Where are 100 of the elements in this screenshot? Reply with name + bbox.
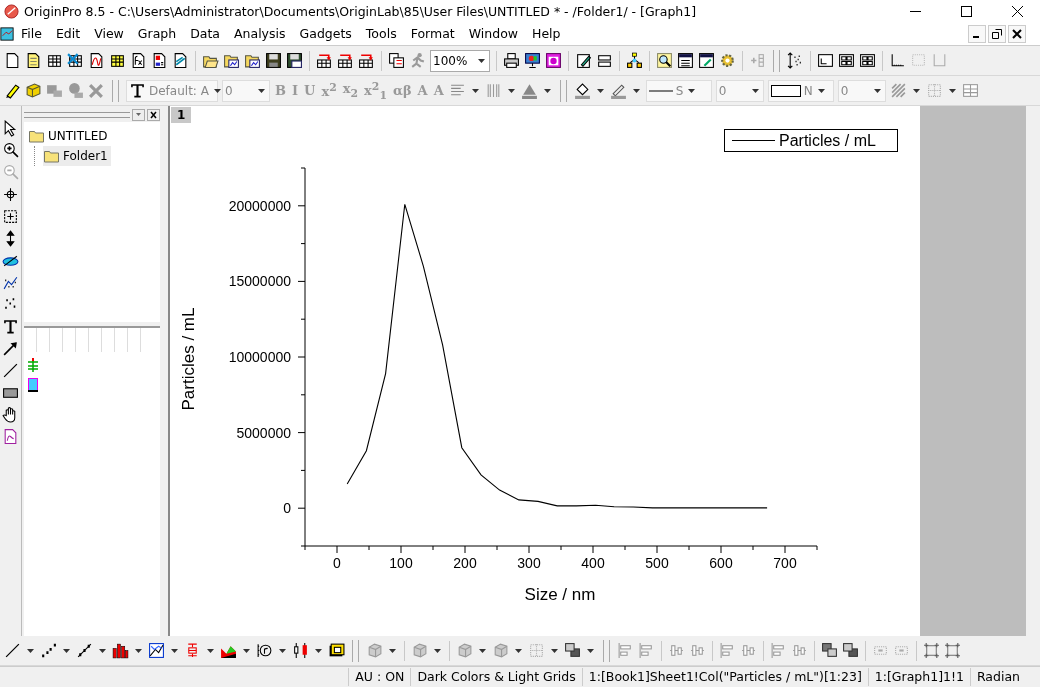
minimize-icon[interactable] bbox=[968, 24, 986, 43]
line-icon[interactable] bbox=[4, 642, 21, 659]
scatter-select-icon[interactable] bbox=[2, 274, 19, 291]
candlestick-icon[interactable] bbox=[292, 642, 309, 659]
bar-chart-icon[interactable] bbox=[112, 642, 129, 659]
caret-icon[interactable] bbox=[596, 88, 604, 93]
table-icon[interactable] bbox=[677, 52, 694, 69]
menu-item[interactable]: File bbox=[14, 26, 49, 41]
polar-chart-icon[interactable] bbox=[256, 642, 273, 659]
pointer-icon[interactable] bbox=[2, 120, 19, 137]
close-icon[interactable] bbox=[1011, 5, 1023, 17]
caret-icon[interactable] bbox=[279, 648, 286, 653]
caret-icon[interactable] bbox=[171, 648, 178, 653]
toolbar-grip[interactable] bbox=[559, 79, 567, 102]
text-tool-icon[interactable] bbox=[129, 82, 146, 99]
caret-icon[interactable] bbox=[243, 648, 250, 653]
menu-item[interactable]: View bbox=[87, 26, 131, 41]
maximize-icon[interactable] bbox=[960, 5, 972, 17]
line-symbol-icon[interactable] bbox=[76, 642, 93, 659]
gear-icon[interactable] bbox=[719, 52, 736, 69]
caret-icon[interactable] bbox=[434, 648, 441, 653]
graph-icon[interactable] bbox=[28, 378, 38, 392]
caret-icon[interactable] bbox=[389, 648, 396, 653]
page-icon[interactable] bbox=[25, 52, 42, 69]
line-icon[interactable] bbox=[2, 362, 19, 379]
caret-icon[interactable] bbox=[948, 88, 956, 93]
tree-item[interactable]: Folder1 bbox=[43, 146, 111, 166]
menu-item[interactable]: Graph bbox=[130, 26, 184, 41]
hierarchy-icon[interactable] bbox=[626, 52, 643, 69]
magnifier-page-icon[interactable] bbox=[656, 52, 673, 69]
menu-item[interactable]: Help bbox=[525, 26, 568, 41]
caret-icon[interactable] bbox=[587, 648, 594, 653]
caret-icon[interactable] bbox=[751, 88, 759, 93]
toolbar-grip[interactable] bbox=[603, 639, 610, 662]
zoom-in-icon[interactable] bbox=[2, 142, 19, 159]
bring-front-icon[interactable] bbox=[821, 642, 838, 659]
send-back-icon[interactable] bbox=[842, 642, 859, 659]
caret-icon[interactable] bbox=[258, 88, 265, 93]
layers-icon[interactable] bbox=[859, 52, 876, 69]
fill-value-dropdown[interactable]: 0 bbox=[837, 79, 886, 102]
caret-icon[interactable] bbox=[507, 88, 515, 93]
caret-icon[interactable] bbox=[817, 88, 825, 93]
page-icon[interactable] bbox=[4, 52, 21, 69]
toolbar-grip[interactable] bbox=[352, 639, 359, 662]
table-icon[interactable] bbox=[67, 52, 84, 69]
axes-icon[interactable] bbox=[889, 52, 906, 69]
caret-icon[interactable] bbox=[479, 648, 486, 653]
caret-icon[interactable] bbox=[873, 88, 881, 93]
menu-item[interactable]: Data bbox=[183, 26, 227, 41]
send-back-icon[interactable] bbox=[564, 642, 581, 659]
arrow-icon[interactable] bbox=[2, 340, 19, 357]
caret-icon[interactable] bbox=[688, 88, 696, 93]
notes-page-icon[interactable] bbox=[172, 52, 189, 69]
report-page-icon[interactable] bbox=[151, 52, 168, 69]
caret-icon[interactable] bbox=[478, 58, 485, 63]
folder-icon[interactable] bbox=[244, 52, 261, 69]
caret-icon[interactable] bbox=[213, 88, 221, 93]
worksheet-icon[interactable] bbox=[28, 358, 38, 372]
layer-tab[interactable]: 1 bbox=[171, 107, 192, 123]
layer-icon[interactable] bbox=[817, 52, 834, 69]
caret-icon[interactable] bbox=[207, 648, 214, 653]
printer-icon[interactable] bbox=[503, 52, 520, 69]
zoom-dropdown[interactable]: 100% bbox=[430, 49, 490, 72]
menu-item[interactable]: Edit bbox=[48, 26, 88, 41]
panels-icon[interactable] bbox=[596, 52, 613, 69]
function-page-icon[interactable] bbox=[130, 52, 147, 69]
chart-icon[interactable] bbox=[148, 642, 165, 659]
table-icon[interactable] bbox=[109, 52, 126, 69]
frame-icon[interactable] bbox=[923, 642, 940, 659]
graph-page-icon[interactable] bbox=[88, 52, 105, 69]
caret-icon[interactable] bbox=[912, 88, 920, 93]
book-icon[interactable] bbox=[25, 82, 42, 99]
dropdown-icon[interactable] bbox=[132, 109, 145, 121]
duplicate-icon[interactable] bbox=[388, 52, 405, 69]
toolbar-grip[interactable] bbox=[112, 79, 119, 102]
menu-item[interactable]: Tools bbox=[358, 26, 404, 41]
presentation-icon[interactable] bbox=[524, 52, 541, 69]
pen-icon[interactable] bbox=[609, 82, 627, 99]
caret-icon[interactable] bbox=[27, 648, 34, 653]
line-width-dropdown[interactable]: 0 bbox=[715, 79, 764, 102]
document-icon[interactable] bbox=[0, 26, 14, 41]
tree-item[interactable]: UNTITLED bbox=[28, 126, 111, 146]
menu-item[interactable]: Gadgets bbox=[292, 26, 359, 41]
fill-bucket-icon[interactable] bbox=[573, 82, 591, 99]
dotted-line-icon[interactable] bbox=[40, 642, 57, 659]
toolbar-grip[interactable] bbox=[773, 49, 780, 72]
pencil-icon[interactable] bbox=[4, 82, 21, 99]
edit-page-icon[interactable] bbox=[575, 52, 592, 69]
caret-icon[interactable] bbox=[471, 88, 479, 93]
edit-table-icon[interactable] bbox=[698, 52, 715, 69]
region-icon[interactable] bbox=[2, 208, 19, 225]
graph-page-icon[interactable] bbox=[2, 428, 19, 445]
caret-icon[interactable] bbox=[63, 648, 70, 653]
crosshair-icon[interactable] bbox=[2, 186, 19, 203]
font-color-icon[interactable] bbox=[520, 82, 538, 99]
caret-icon[interactable] bbox=[632, 88, 640, 93]
caret-icon[interactable] bbox=[515, 648, 522, 653]
menu-item[interactable]: Window bbox=[461, 26, 525, 41]
layers-icon[interactable] bbox=[838, 52, 855, 69]
caret-icon[interactable] bbox=[551, 648, 558, 653]
